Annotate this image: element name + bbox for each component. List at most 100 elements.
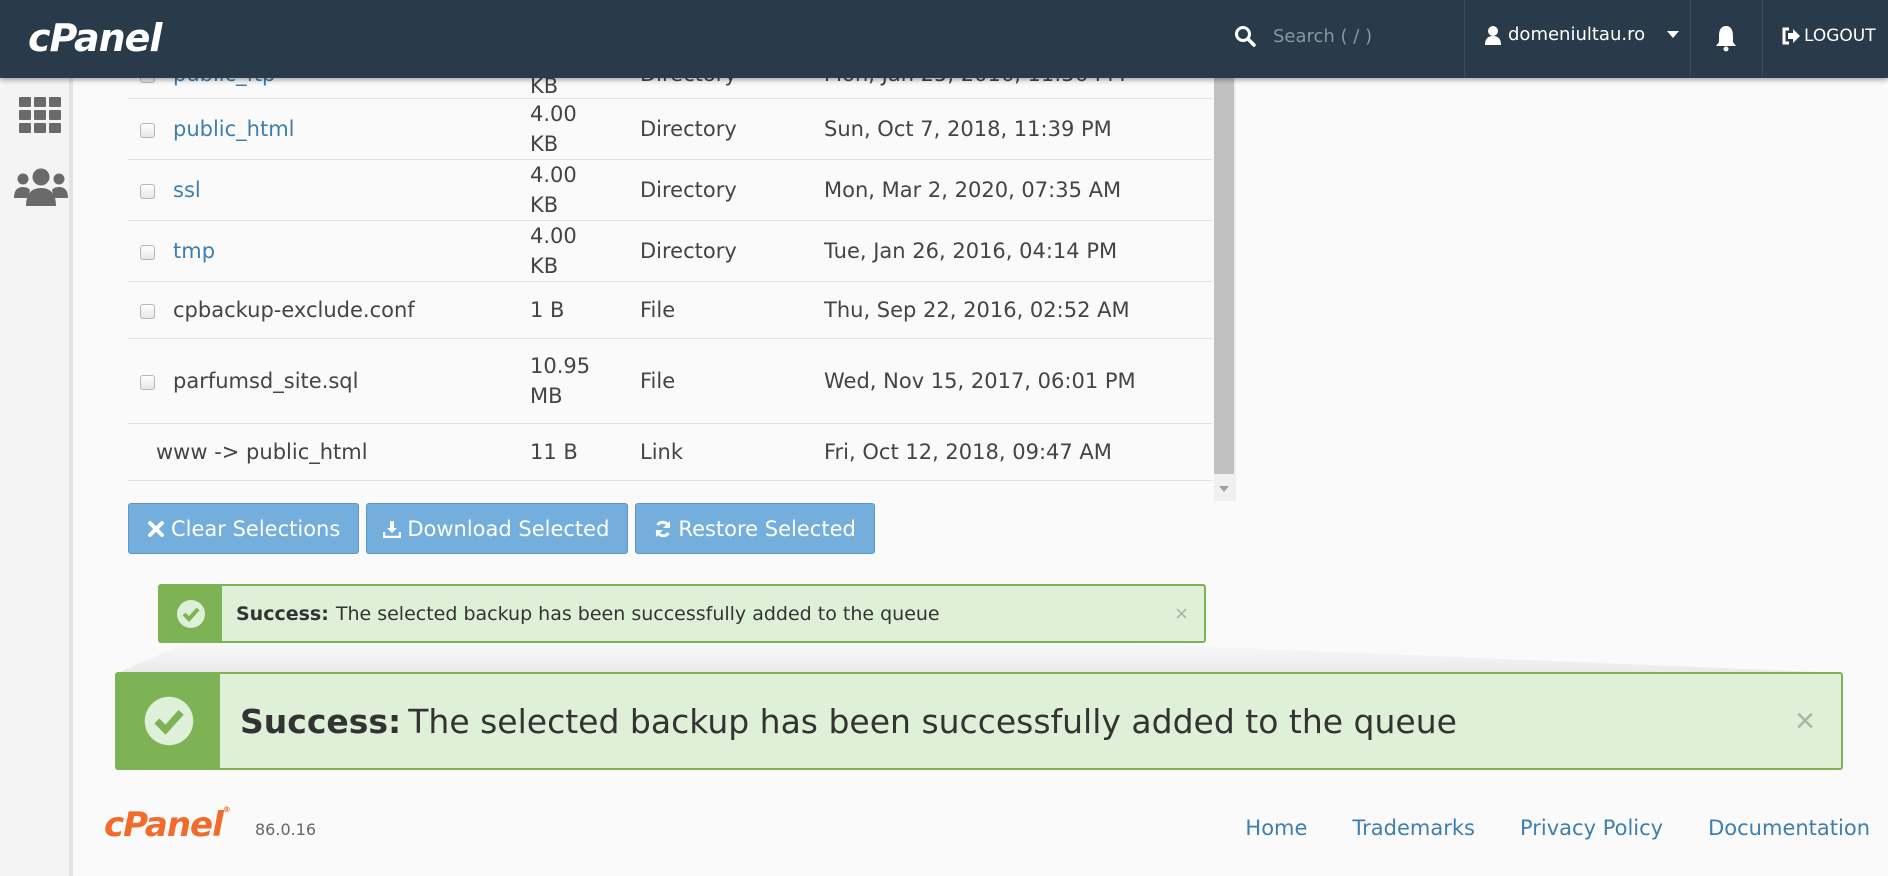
file-row: public_html 4.00 KB Directory Sun, Oct 7, 2… — [128, 99, 1212, 160]
chevron-down-icon — [1667, 31, 1680, 38]
search-input[interactable] — [1273, 25, 1433, 47]
logout-label: LOGOUT — [1804, 26, 1876, 46]
footer-link-trademarks[interactable]: Trademarks — [1352, 816, 1475, 840]
file-name-cell: ssl — [128, 160, 530, 221]
scrollbar-thumb[interactable] — [1214, 54, 1234, 474]
file-name: www -> public_html — [156, 440, 368, 464]
footer-link-privacy-policy[interactable]: Privacy Policy — [1520, 816, 1663, 840]
sidebar-item-tools[interactable] — [18, 96, 62, 139]
action-buttons: Clear Selections Download Selected Resto… — [128, 503, 875, 554]
file-row: tmp 4.00 KB Directory Tue, Jan 26, 2016, 04… — [128, 221, 1212, 282]
footer-link-home[interactable]: Home — [1245, 816, 1307, 840]
file-modified-date: Mon, Mar 2, 2020, 07:35 AM — [824, 178, 1122, 202]
alert-title: Success: — [240, 701, 402, 741]
file-size: 4.00 KB — [530, 102, 577, 156]
file-row: parfumsd_site.sql 10.95 MB File Wed, Nov 15… — [128, 339, 1212, 424]
notifications-button[interactable] — [1714, 24, 1738, 57]
file-row: www -> public_html 11 B Link Fri, Oct 12, 2… — [128, 424, 1212, 481]
cpanel-logo[interactable]: cPanel — [28, 16, 162, 60]
check-circle-icon — [144, 696, 193, 746]
search-icon — [1235, 26, 1256, 47]
file-type: File — [640, 369, 676, 393]
top-navbar: cPanel domeniultau.ro LOGOUT — [0, 0, 1888, 78]
clear-selections-button[interactable]: Clear Selections — [128, 503, 360, 554]
clear-selections-label: Clear Selections — [171, 516, 341, 541]
nav-divider — [1762, 0, 1763, 78]
grid-icon — [19, 97, 61, 133]
alert-message: Success: The selected backup has been su… — [220, 674, 1457, 768]
download-selected-label: Download Selected — [407, 516, 610, 541]
file-modified-date: Sun, Oct 7, 2018, 11:39 PM — [824, 117, 1112, 141]
file-table: public_ftp4.00 KBDirectoryMon, Jan 25, 2… — [128, 50, 1212, 481]
file-size: 1 B — [530, 298, 565, 322]
scroll-down-arrow-icon[interactable] — [1219, 486, 1229, 492]
file-modified-date: Thu, Sep 22, 2016, 02:52 AM — [824, 298, 1130, 322]
file-modified-date: Wed, Nov 15, 2017, 06:01 PM — [824, 369, 1136, 393]
download-icon — [383, 520, 402, 538]
backup-file-list: public_ftp4.00 KBDirectoryMon, Jan 25, 2… — [128, 50, 1212, 497]
success-alert: Success: The selected backup has been su… — [158, 584, 1206, 643]
restore-selected-button[interactable]: Restore Selected — [635, 503, 875, 554]
user-menu[interactable]: domeniultau.ro — [1484, 24, 1680, 45]
user-icon — [1485, 25, 1501, 45]
alert-title: Success: — [236, 602, 329, 625]
row-checkbox[interactable] — [140, 244, 155, 260]
zoom-callout-shadow — [117, 643, 1843, 673]
row-checkbox[interactable] — [140, 183, 155, 199]
footer-links: Home Trademarks Privacy Policy Documenta… — [1245, 816, 1870, 840]
search-box[interactable] — [1233, 24, 1433, 48]
file-size: 10.95 MB — [530, 354, 591, 408]
file-name-cell: parfumsd_site.sql — [128, 339, 530, 424]
file-row: cpbackup-exclude.conf 1 B File Thu, Sep 22,… — [128, 282, 1212, 339]
row-checkbox[interactable] — [140, 374, 155, 390]
success-alert-zoomed: Success: The selected backup has been su… — [115, 672, 1843, 770]
alert-text: The selected backup has been successfull… — [335, 602, 940, 625]
nav-divider — [1690, 0, 1691, 78]
download-selected-button[interactable]: Download Selected — [366, 503, 629, 554]
logout-icon — [1782, 27, 1800, 45]
file-modified-date: Fri, Oct 12, 2018, 09:47 AM — [824, 440, 1112, 464]
file-type: Directory — [640, 178, 737, 202]
alert-message: Success: The selected backup has been su… — [222, 586, 940, 641]
alert-text: The selected backup has been successfull… — [408, 701, 1457, 741]
file-type: Link — [640, 440, 684, 464]
alert-icon-box — [117, 674, 220, 768]
file-row: ssl 4.00 KB Directory Mon, Mar 2, 2020, 07:… — [128, 160, 1212, 221]
file-size: 4.00 KB — [530, 224, 577, 278]
file-name-link[interactable]: public_html — [173, 117, 295, 141]
registered-mark: ® — [222, 805, 231, 814]
footer-cpanel-logo: cPanel® — [104, 805, 231, 845]
close-icon — [148, 520, 164, 537]
file-name-cell: cpbackup-exclude.conf — [128, 282, 530, 339]
sidebar-item-users[interactable] — [14, 168, 68, 213]
sidebar — [0, 78, 73, 876]
footer-link-documentation[interactable]: Documentation — [1708, 816, 1870, 840]
users-icon — [14, 168, 68, 206]
row-checkbox[interactable] — [140, 122, 155, 138]
refresh-icon — [655, 520, 671, 537]
username: domeniultau.ro — [1508, 24, 1646, 45]
bell-icon — [1716, 26, 1736, 52]
file-name-cell: tmp — [128, 221, 530, 282]
file-name-cell: public_html — [128, 99, 530, 160]
restore-selected-label: Restore Selected — [678, 516, 856, 541]
alert-close-button[interactable]: × — [1175, 586, 1204, 641]
file-type: File — [640, 298, 676, 322]
file-name-link[interactable]: ssl — [173, 178, 201, 202]
logout-button[interactable]: LOGOUT — [1781, 26, 1876, 46]
footer-logo-text: cPanel — [104, 805, 224, 845]
alert-icon-box — [160, 586, 222, 641]
file-size: 11 B — [530, 440, 578, 464]
file-name: cpbackup-exclude.conf — [173, 298, 415, 322]
file-name-cell: www -> public_html — [128, 424, 530, 481]
file-name-link[interactable]: tmp — [173, 239, 215, 263]
file-name: parfumsd_site.sql — [173, 369, 359, 393]
file-size: 4.00 KB — [530, 163, 577, 217]
file-type: Directory — [640, 117, 737, 141]
nav-divider — [1464, 0, 1465, 78]
check-circle-icon — [177, 599, 205, 628]
alert-close-button[interactable]: × — [1795, 674, 1841, 768]
row-checkbox[interactable] — [140, 303, 155, 319]
file-type: Directory — [640, 239, 737, 263]
file-modified-date: Tue, Jan 26, 2016, 04:14 PM — [824, 239, 1118, 263]
